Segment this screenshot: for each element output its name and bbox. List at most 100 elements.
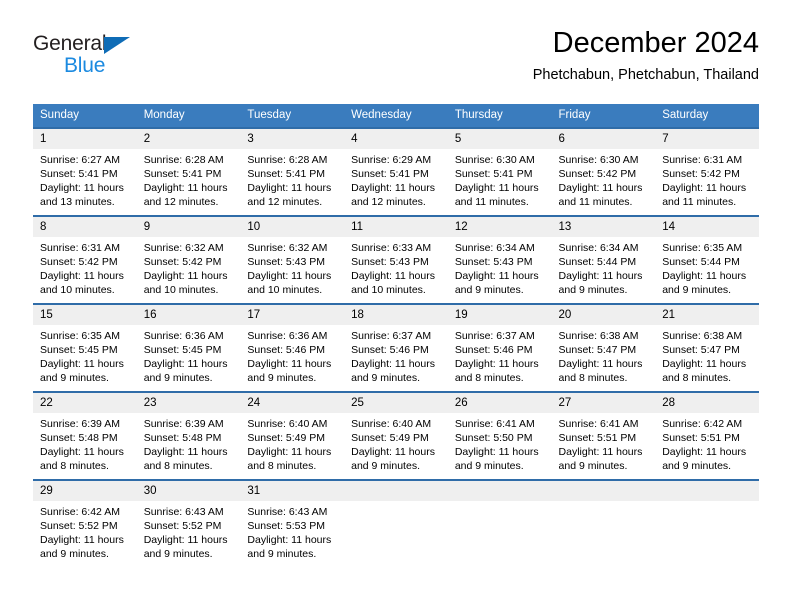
sunrise-text: Sunrise: 6:36 AM — [143, 330, 224, 342]
sunrise-text: Sunrise: 6:30 AM — [454, 154, 535, 166]
calendar-day-cell-empty — [447, 479, 552, 567]
day-details: Sunrise: 6:39 AM Sunset: 5:48 PM Daylight:… — [137, 413, 241, 473]
sunset-text: Sunset: 5:46 PM — [454, 344, 533, 356]
calendar-day-cell[interactable]: 18 Sunrise: 6:37 AM Sunset: 5:46 PM Dayligh… — [344, 303, 448, 391]
sunrise-text: Sunrise: 6:27 AM — [40, 154, 120, 166]
day-details: Sunrise: 6:34 AM Sunset: 5:43 PM Daylight:… — [448, 237, 552, 297]
daylight-text-line1: Daylight: 11 hours — [143, 182, 228, 194]
sunset-text: Sunset: 5:47 PM — [558, 344, 637, 356]
sunrise-text: Sunrise: 6:34 AM — [558, 242, 639, 254]
calendar-day-cell[interactable]: 3 Sunrise: 6:28 AM Sunset: 5:41 PM Daylight… — [240, 127, 345, 215]
triangle-icon — [104, 37, 130, 54]
daylight-text-line2: and 10 minutes. — [40, 284, 115, 296]
day-details: Sunrise: 6:36 AM Sunset: 5:45 PM Daylight:… — [137, 325, 241, 385]
day-number: 21 — [655, 305, 759, 325]
daylight-text-line1: Daylight: 11 hours — [351, 358, 435, 370]
sunset-text: Sunset: 5:44 PM — [662, 256, 740, 268]
sunset-text: Sunset: 5:46 PM — [247, 344, 326, 356]
daylight-text-line2: and 12 minutes. — [247, 196, 323, 208]
calendar-day-cell[interactable]: 29 Sunrise: 6:42 AM Sunset: 5:52 PM Dayligh… — [33, 479, 137, 567]
daylight-text-line1: Daylight: 11 hours — [247, 182, 332, 194]
calendar-day-cell[interactable]: 24 Sunrise: 6:40 AM Sunset: 5:49 PM Dayligh… — [240, 391, 345, 479]
calendar-day-cell[interactable]: 8 Sunrise: 6:31 AM Sunset: 5:42 PM Daylight… — [33, 215, 137, 303]
day-details: Sunrise: 6:30 AM Sunset: 5:41 PM Daylight:… — [448, 149, 552, 209]
calendar-day-cell[interactable]: 1 Sunrise: 6:27 AM Sunset: 5:41 PM Daylight… — [33, 127, 137, 215]
day-number: 5 — [447, 129, 552, 149]
daylight-text-line2: and 9 minutes. — [40, 372, 109, 384]
daylight-text-line2: and 11 minutes. — [558, 196, 633, 208]
calendar-day-cell[interactable]: 27 Sunrise: 6:41 AM Sunset: 5:51 PM Dayligh… — [551, 391, 656, 479]
calendar-header-row: Sunday Monday Tuesday Wednesday Thursday… — [33, 104, 759, 127]
sunrise-text: Sunrise: 6:32 AM — [247, 242, 328, 254]
calendar-day-cell[interactable]: 17 Sunrise: 6:36 AM Sunset: 5:46 PM Dayligh… — [240, 303, 345, 391]
sunrise-text: Sunrise: 6:35 AM — [40, 330, 120, 342]
sunset-text: Sunset: 5:51 PM — [662, 432, 740, 444]
calendar-day-cell[interactable]: 2 Sunrise: 6:28 AM Sunset: 5:41 PM Daylight… — [136, 127, 241, 215]
daylight-text-line2: and 9 minutes. — [558, 460, 628, 472]
daylight-text-line2: and 8 minutes. — [558, 372, 628, 384]
day-number: 28 — [655, 393, 759, 413]
calendar-day-cell[interactable]: 5 Sunrise: 6:30 AM Sunset: 5:41 PM Daylight… — [447, 127, 552, 215]
daylight-text-line1: Daylight: 11 hours — [40, 358, 124, 370]
calendar-week-row: 8 Sunrise: 6:31 AM Sunset: 5:42 PM Daylight… — [33, 215, 759, 303]
sunset-text: Sunset: 5:49 PM — [247, 432, 326, 444]
sunrise-text: Sunrise: 6:31 AM — [662, 154, 743, 166]
daylight-text-line1: Daylight: 11 hours — [247, 270, 332, 282]
calendar-day-cell[interactable]: 11 Sunrise: 6:33 AM Sunset: 5:43 PM Dayligh… — [344, 215, 448, 303]
daylight-text-line2: and 9 minutes. — [247, 372, 317, 384]
daylight-text-line2: and 9 minutes. — [351, 372, 420, 384]
calendar-day-cell[interactable]: 20 Sunrise: 6:38 AM Sunset: 5:47 PM Dayligh… — [551, 303, 656, 391]
sunset-text: Sunset: 5:48 PM — [143, 432, 222, 444]
daylight-text-line1: Daylight: 11 hours — [454, 446, 539, 458]
calendar-day-cell[interactable]: 22 Sunrise: 6:39 AM Sunset: 5:48 PM Dayligh… — [33, 391, 137, 479]
daylight-text-line2: and 13 minutes. — [40, 196, 115, 208]
day-number: 23 — [136, 393, 241, 413]
day-details: Sunrise: 6:41 AM Sunset: 5:51 PM Daylight:… — [552, 413, 656, 473]
sunset-text: Sunset: 5:42 PM — [662, 168, 740, 180]
day-number: 25 — [344, 393, 448, 413]
day-number: 24 — [240, 393, 345, 413]
day-details: Sunrise: 6:32 AM Sunset: 5:43 PM Daylight:… — [240, 237, 344, 297]
calendar-day-cell[interactable]: 7 Sunrise: 6:31 AM Sunset: 5:42 PM Daylight… — [655, 127, 759, 215]
day-details: Sunrise: 6:36 AM Sunset: 5:46 PM Daylight:… — [240, 325, 344, 385]
calendar-day-cell[interactable]: 13 Sunrise: 6:34 AM Sunset: 5:44 PM Dayligh… — [551, 215, 656, 303]
calendar-day-cell[interactable]: 23 Sunrise: 6:39 AM Sunset: 5:48 PM Dayligh… — [136, 391, 241, 479]
daylight-text-line1: Daylight: 11 hours — [247, 446, 332, 458]
calendar-day-cell[interactable]: 26 Sunrise: 6:41 AM Sunset: 5:50 PM Dayligh… — [447, 391, 552, 479]
calendar-day-cell[interactable]: 19 Sunrise: 6:37 AM Sunset: 5:46 PM Dayligh… — [447, 303, 552, 391]
daylight-text-line2: and 11 minutes. — [662, 196, 737, 208]
calendar-day-cell[interactable]: 21 Sunrise: 6:38 AM Sunset: 5:47 PM Dayligh… — [655, 303, 759, 391]
sunrise-sunset-calendar-table: Sunday Monday Tuesday Wednesday Thursday… — [33, 104, 759, 567]
sunset-text: Sunset: 5:52 PM — [143, 520, 222, 532]
daylight-text-line2: and 12 minutes. — [351, 196, 426, 208]
calendar-day-cell[interactable]: 14 Sunrise: 6:35 AM Sunset: 5:44 PM Dayligh… — [655, 215, 759, 303]
sunrise-text: Sunrise: 6:43 AM — [247, 506, 328, 518]
calendar-day-cell[interactable]: 10 Sunrise: 6:32 AM Sunset: 5:43 PM Dayligh… — [240, 215, 345, 303]
calendar-day-cell[interactable]: 28 Sunrise: 6:42 AM Sunset: 5:51 PM Dayligh… — [655, 391, 759, 479]
calendar-day-cell[interactable]: 6 Sunrise: 6:30 AM Sunset: 5:42 PM Daylight… — [551, 127, 656, 215]
calendar-day-cell[interactable]: 9 Sunrise: 6:32 AM Sunset: 5:42 PM Daylight… — [136, 215, 241, 303]
day-number: 10 — [240, 217, 345, 237]
day-number: 4 — [344, 129, 448, 149]
calendar-day-cell[interactable]: 4 Sunrise: 6:29 AM Sunset: 5:41 PM Daylight… — [344, 127, 448, 215]
calendar-day-cell[interactable]: 30 Sunrise: 6:43 AM Sunset: 5:52 PM Dayligh… — [136, 479, 241, 567]
calendar-day-cell[interactable]: 12 Sunrise: 6:34 AM Sunset: 5:43 PM Dayligh… — [447, 215, 552, 303]
day-number: 6 — [551, 129, 656, 149]
sunset-text: Sunset: 5:42 PM — [558, 168, 637, 180]
sunset-text: Sunset: 5:49 PM — [351, 432, 429, 444]
day-number: 19 — [447, 305, 552, 325]
sunset-text: Sunset: 5:42 PM — [40, 256, 118, 268]
calendar-day-cell[interactable]: 16 Sunrise: 6:36 AM Sunset: 5:45 PM Dayligh… — [136, 303, 241, 391]
calendar-day-cell[interactable]: 31 Sunrise: 6:43 AM Sunset: 5:53 PM Dayligh… — [240, 479, 345, 567]
weekday-header-tuesday: Tuesday — [240, 104, 345, 127]
day-number: 16 — [136, 305, 241, 325]
day-number: 31 — [240, 481, 345, 501]
calendar-day-cell[interactable]: 25 Sunrise: 6:40 AM Sunset: 5:49 PM Dayligh… — [344, 391, 448, 479]
page-subtitle: Phetchabun, Phetchabun, Thailand — [532, 67, 759, 83]
day-details: Sunrise: 6:42 AM Sunset: 5:51 PM Daylight:… — [655, 413, 759, 473]
day-number — [655, 481, 759, 501]
calendar-day-cell-empty — [655, 479, 759, 567]
sunrise-text: Sunrise: 6:41 AM — [454, 418, 535, 430]
calendar-day-cell[interactable]: 15 Sunrise: 6:35 AM Sunset: 5:45 PM Dayligh… — [33, 303, 137, 391]
sunrise-text: Sunrise: 6:37 AM — [351, 330, 432, 342]
